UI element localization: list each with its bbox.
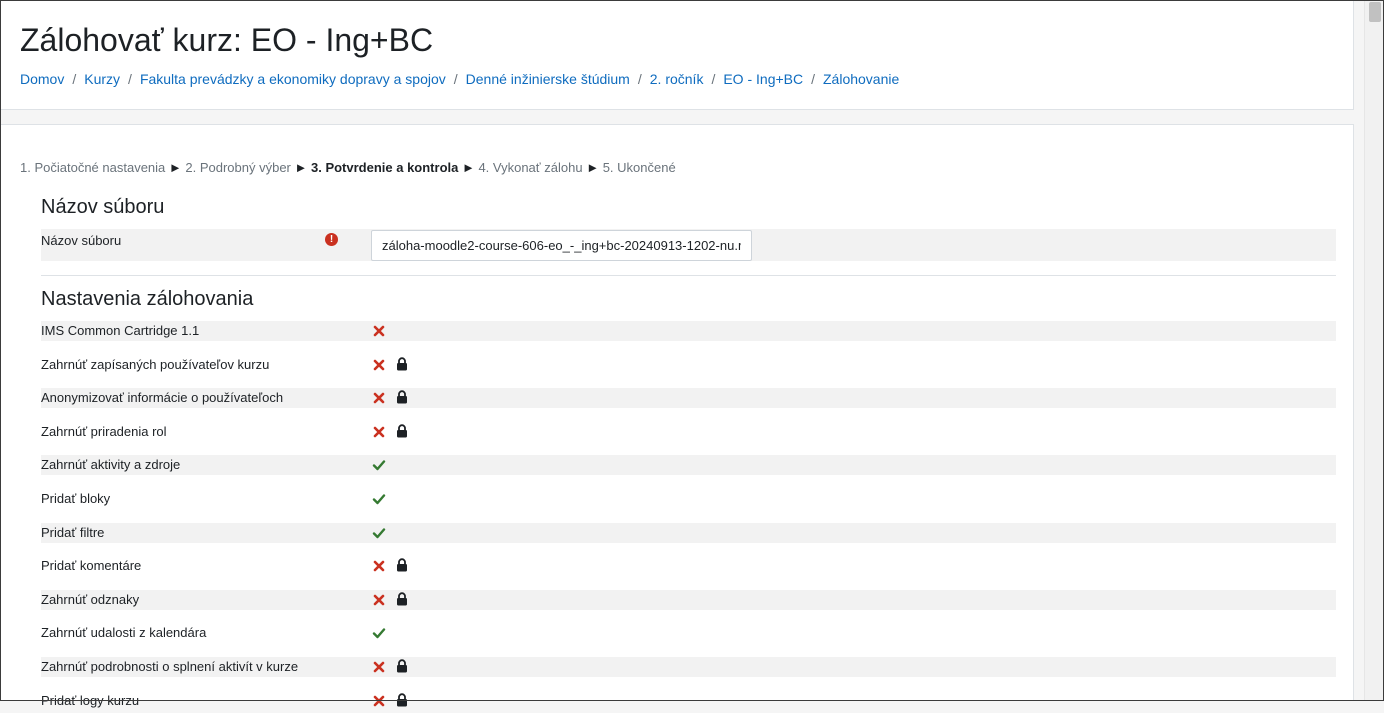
breadcrumb-separator: /	[128, 71, 132, 87]
cross-icon	[372, 358, 386, 372]
backup-progress-steps: 1. Počiatočné nastavenia ► 2. Podrobný v…	[20, 160, 676, 175]
cross-icon	[372, 660, 386, 674]
breadcrumb-link[interactable]: Denné inžinierske štúdium	[466, 71, 630, 87]
setting-row: Zahrnúť priradenia rol	[41, 422, 1336, 442]
breadcrumb-separator: /	[637, 71, 642, 87]
cross-icon	[372, 593, 386, 607]
breadcrumb-separator: /	[72, 71, 77, 87]
progress-step: 2. Podrobný výber	[185, 160, 291, 175]
lock-icon	[396, 357, 408, 371]
lock-icon	[396, 424, 408, 438]
progress-step-current: 3. Potvrdenie a kontrola	[310, 160, 459, 175]
setting-row: Zahrnúť zapísaných používateľov kurzu	[41, 355, 1336, 375]
progress-arrow-icon: ►	[290, 160, 311, 175]
filename-input[interactable]	[371, 230, 752, 261]
progress-arrow-icon: ►	[165, 160, 186, 175]
setting-label: Zahrnúť zapísaných používateľov kurzu	[41, 357, 270, 372]
scrollbar-thumb[interactable]	[1369, 2, 1381, 22]
setting-row: Zahrnúť aktivity a zdroje	[41, 455, 1336, 475]
setting-label: Zahrnúť udalosti z kalendára	[41, 625, 207, 640]
breadcrumb-link[interactable]: EO - Ing+BC	[723, 71, 803, 87]
progress-arrow-icon: ►	[582, 160, 603, 175]
breadcrumb-link[interactable]: Kurzy	[84, 71, 120, 87]
setting-row: Zahrnúť odznaky	[41, 590, 1336, 610]
lock-icon	[396, 592, 408, 606]
setting-row: Zahrnúť podrobnosti o splnení aktivít v …	[41, 657, 1336, 677]
check-icon	[372, 526, 386, 540]
setting-label: Zahrnúť podrobnosti o splnení aktivít v …	[41, 659, 299, 674]
setting-label: Zahrnúť aktivity a zdroje	[41, 457, 181, 472]
breadcrumb-separator: /	[453, 71, 458, 87]
page-title: Zálohovať kurz: EO - Ing+BC	[20, 22, 434, 58]
setting-row: Pridať logy kurzu	[41, 691, 1336, 711]
setting-label: Pridať filtre	[41, 525, 105, 540]
setting-row: Pridať bloky	[41, 489, 1336, 509]
filename-section-heading: Názov súboru	[41, 196, 165, 218]
breadcrumb-link[interactable]: Domov	[20, 71, 64, 87]
filename-label: Názov súboru	[41, 233, 122, 248]
setting-label: Pridať komentáre	[41, 558, 142, 573]
cross-icon	[372, 425, 386, 439]
page-scrollbar[interactable]	[1364, 0, 1384, 701]
main-content	[1, 124, 1354, 701]
setting-row: Pridať filtre	[41, 523, 1336, 543]
exclamation-circle-icon: !	[325, 233, 338, 246]
setting-row: Anonymizovať informácie o používateľoch	[41, 388, 1336, 408]
cross-icon	[372, 324, 386, 338]
progress-step: 4. Vykonať zálohu	[478, 160, 583, 175]
section-divider	[41, 275, 1336, 276]
setting-row: IMS Common Cartridge 1.1	[41, 321, 1336, 341]
breadcrumb: Domov / Kurzy / Fakulta prevádzky a ekonomik…	[20, 71, 899, 87]
check-icon	[372, 626, 386, 640]
setting-row: Zahrnúť udalosti z kalendára	[41, 623, 1336, 643]
lock-icon	[396, 390, 408, 404]
setting-label: IMS Common Cartridge 1.1	[41, 323, 200, 338]
setting-row: Pridať komentáre	[41, 556, 1336, 576]
settings-section-heading: Nastavenia zálohovania	[41, 288, 254, 310]
setting-label: Pridať bloky	[41, 491, 111, 506]
setting-label: Zahrnúť priradenia rol	[41, 424, 167, 439]
setting-label: Zahrnúť odznaky	[41, 592, 140, 607]
lock-icon	[396, 558, 408, 572]
progress-step: 1. Počiatočné nastavenia	[20, 160, 166, 175]
breadcrumb-link[interactable]: Fakulta prevádzky a ekonomiky dopravy a …	[140, 71, 446, 87]
cross-icon	[372, 559, 386, 573]
breadcrumb-link[interactable]: 2. ročník	[650, 71, 704, 87]
breadcrumb-separator: /	[811, 71, 815, 87]
lock-icon	[396, 693, 408, 707]
lock-icon	[396, 659, 408, 673]
progress-arrow-icon: ►	[458, 160, 479, 175]
filename-row: Názov súboru !	[41, 229, 1336, 261]
cross-icon	[372, 391, 386, 405]
check-icon	[372, 458, 386, 472]
progress-step: 5. Ukončené	[602, 160, 676, 175]
cross-icon	[372, 694, 386, 708]
check-icon	[372, 492, 386, 506]
breadcrumb-link[interactable]: Zálohovanie	[823, 71, 899, 87]
setting-label: Anonymizovať informácie o používateľoch	[41, 390, 284, 405]
breadcrumb-separator: /	[711, 71, 716, 87]
